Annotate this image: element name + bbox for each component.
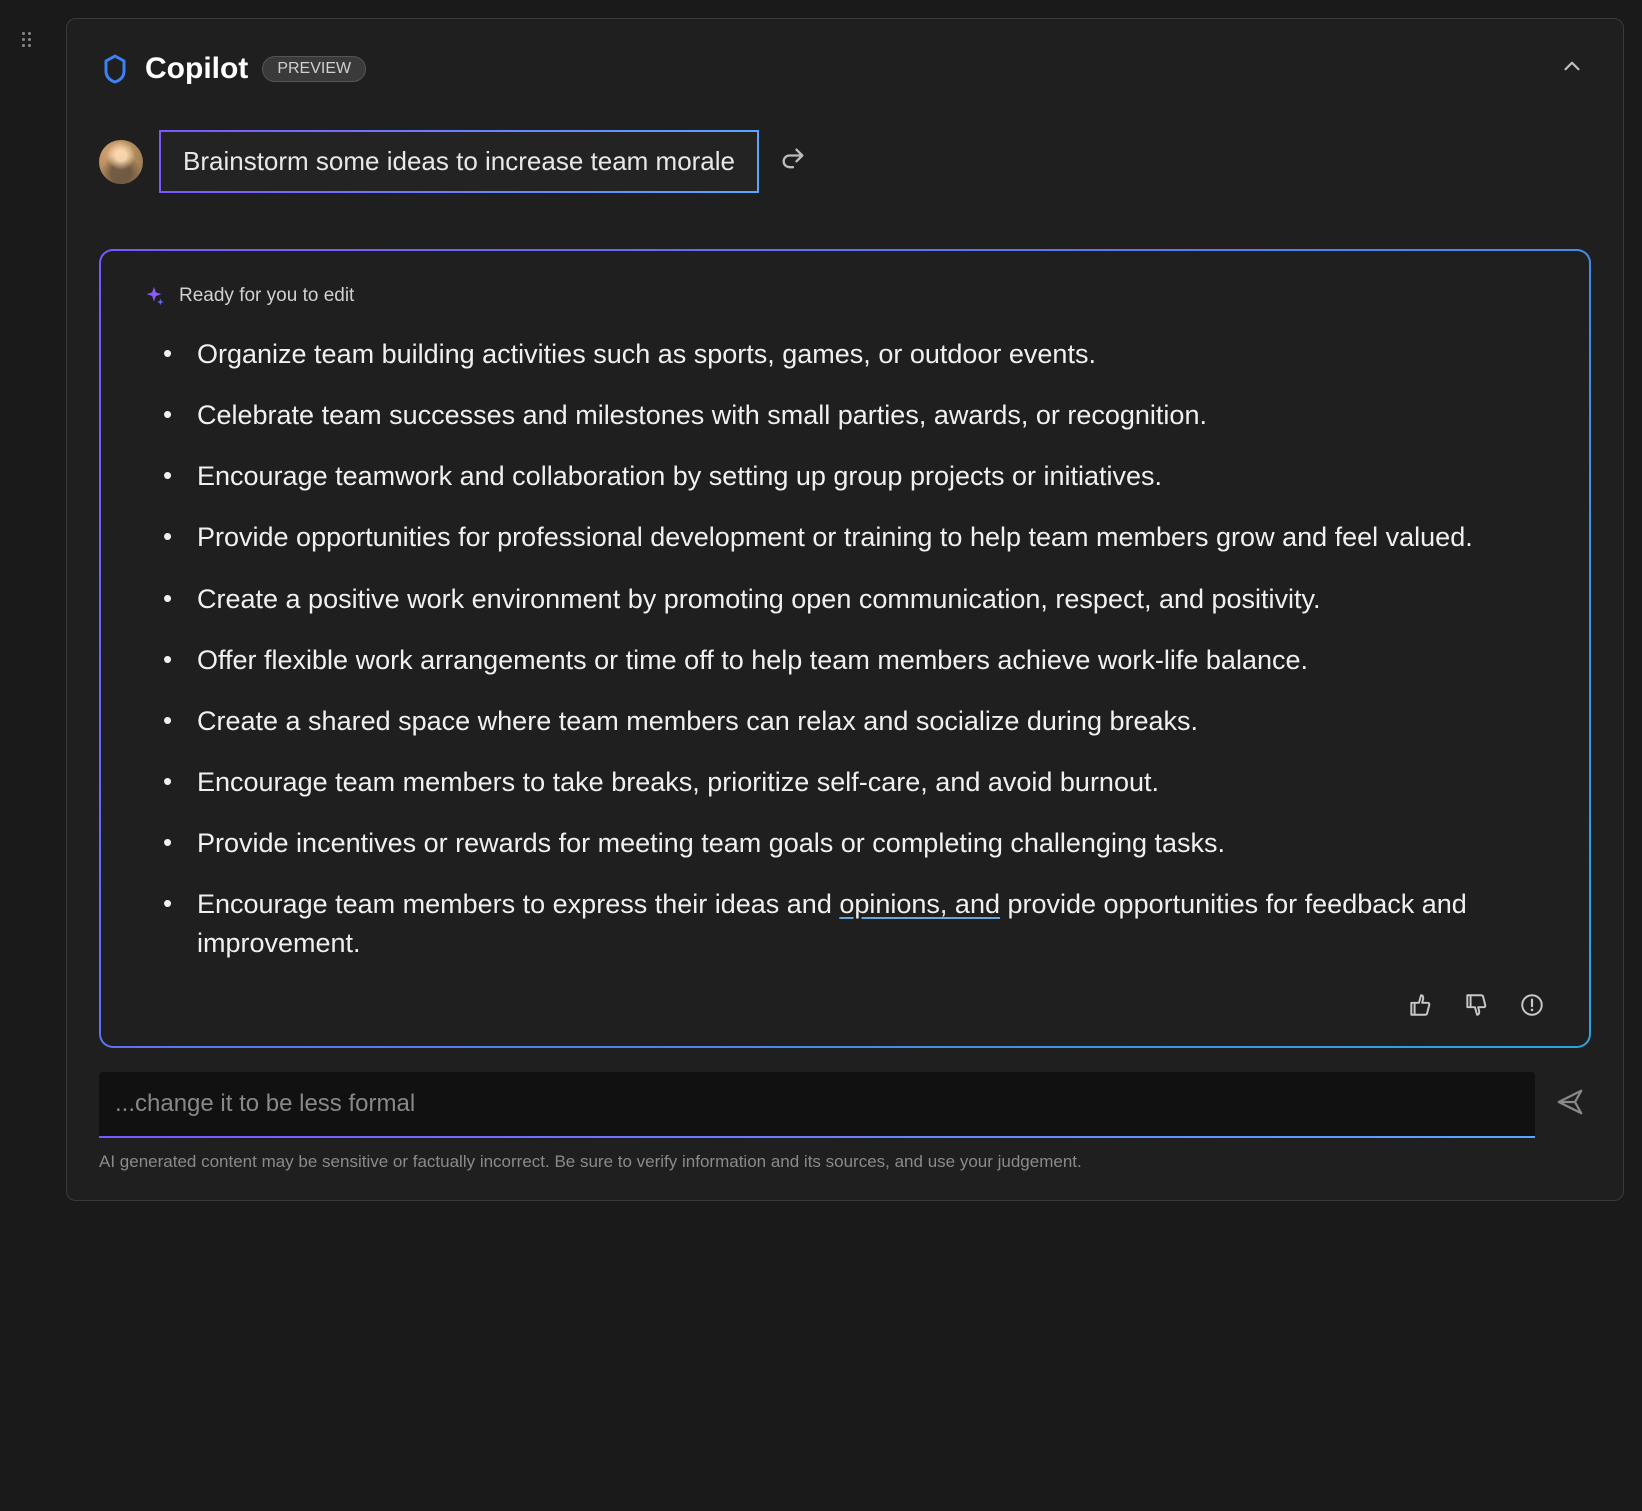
chevron-up-icon: [1559, 53, 1585, 79]
panel-title: Copilot: [145, 52, 248, 86]
sparkle-icon: [143, 285, 165, 307]
list-item[interactable]: Encourage teamwork and collaboration by …: [169, 457, 1547, 496]
list-item[interactable]: Create a shared space where team members…: [169, 702, 1547, 741]
grammar-suggestion[interactable]: opinions, and: [839, 889, 1000, 919]
list-item[interactable]: Provide incentives or rewards for meetin…: [169, 824, 1547, 863]
list-item[interactable]: Encourage team members to express their …: [169, 885, 1547, 963]
thumbs-down-icon: [1463, 992, 1489, 1018]
report-button[interactable]: [1519, 992, 1547, 1020]
thumbs-down-button[interactable]: [1463, 992, 1491, 1020]
prompt-row: Brainstorm some ideas to increase team m…: [99, 130, 1591, 193]
ready-row: Ready for you to edit: [143, 285, 1547, 307]
thumbs-up-button[interactable]: [1407, 992, 1435, 1020]
send-button[interactable]: [1549, 1081, 1591, 1128]
list-item[interactable]: Offer flexible work arrangements or time…: [169, 641, 1547, 680]
list-item[interactable]: Organize team building activities such a…: [169, 335, 1547, 374]
prompt-input[interactable]: [99, 1072, 1535, 1138]
list-item-text-pre: Encourage team members to express their …: [197, 889, 839, 919]
copilot-logo-icon: [99, 53, 131, 85]
thumbs-up-icon: [1407, 992, 1433, 1018]
send-icon: [1555, 1087, 1585, 1117]
user-avatar: [99, 140, 143, 184]
response-card: Ready for you to edit Organize team buil…: [99, 249, 1591, 1048]
disclaimer-text: AI generated content may be sensitive or…: [99, 1152, 1591, 1172]
input-area: [99, 1072, 1591, 1138]
panel-header: Copilot PREVIEW: [99, 47, 1591, 90]
ready-label: Ready for you to edit: [179, 285, 354, 307]
list-item[interactable]: Celebrate team successes and milestones …: [169, 396, 1547, 435]
list-item[interactable]: Create a positive work environment by pr…: [169, 580, 1547, 619]
drag-handle[interactable]: [22, 32, 31, 47]
copilot-panel: Copilot PREVIEW Brainstorm some ideas to…: [66, 18, 1624, 1201]
collapse-button[interactable]: [1553, 47, 1591, 90]
list-item[interactable]: Encourage team members to take breaks, p…: [169, 763, 1547, 802]
feedback-row: [143, 992, 1547, 1020]
list-item[interactable]: Provide opportunities for professional d…: [169, 518, 1547, 557]
preview-badge: PREVIEW: [262, 56, 366, 82]
undo-icon: [779, 145, 807, 173]
prompt-pill[interactable]: Brainstorm some ideas to increase team m…: [159, 130, 759, 193]
header-brand: Copilot PREVIEW: [99, 52, 366, 86]
response-list: Organize team building activities such a…: [143, 335, 1547, 964]
undo-button[interactable]: [775, 141, 811, 182]
alert-icon: [1519, 992, 1545, 1018]
